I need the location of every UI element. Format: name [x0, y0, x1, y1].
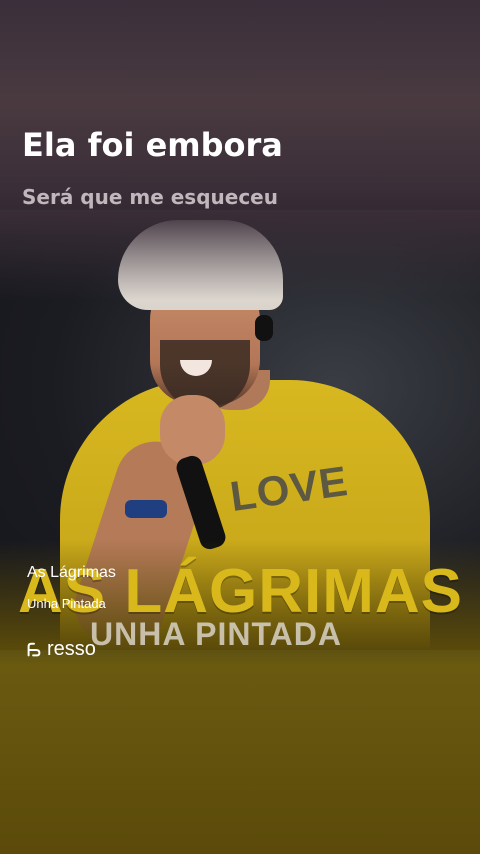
lyric-share-card: LOVE AS LÁGRIMAS UNHA PINTADA Ela foi em…: [0, 0, 480, 854]
track-title: As Lágrimas: [27, 564, 116, 581]
artwork-subtitle: UNHA PINTADA: [90, 616, 342, 652]
resso-brand: resso: [25, 638, 96, 661]
lyric-current-line: Ela foi embora: [22, 126, 283, 164]
earpiece: [255, 315, 273, 341]
wristwatch: [125, 500, 167, 518]
track-artist: Unha Pintada: [27, 596, 106, 611]
brand-name: resso: [47, 638, 96, 660]
resso-logo-icon: [27, 642, 41, 656]
lyric-next-line: Será que me esqueceu: [22, 185, 278, 209]
